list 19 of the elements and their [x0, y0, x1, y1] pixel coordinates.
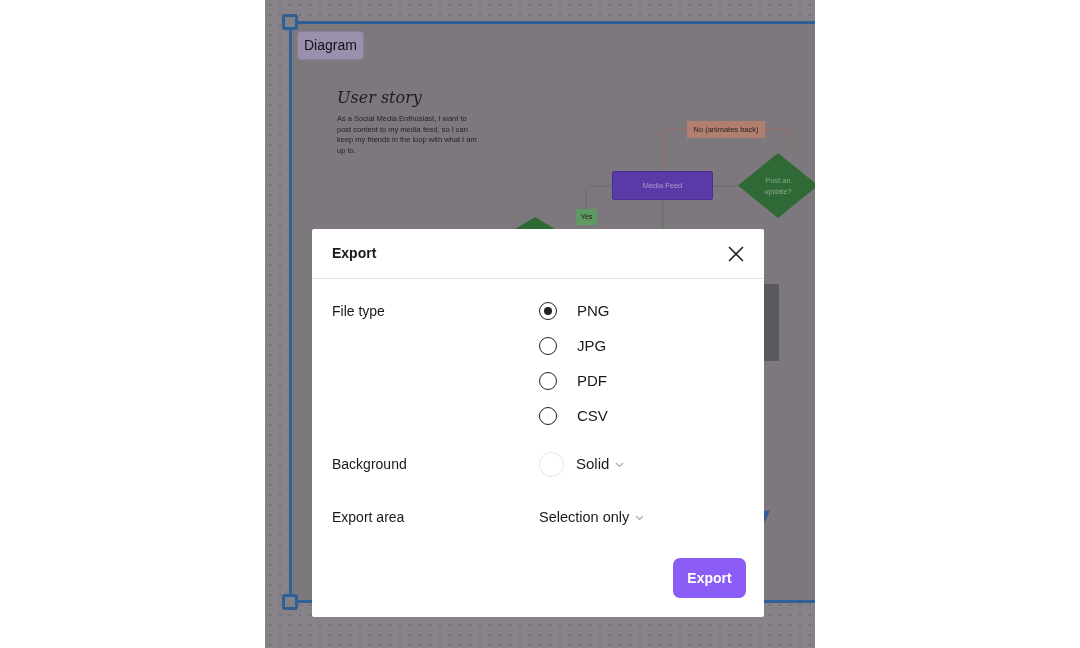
field-label: Background — [332, 455, 408, 474]
option-label: PDF — [577, 370, 607, 391]
export-button[interactable]: Export — [673, 558, 746, 598]
resize-handle[interactable] — [282, 594, 298, 610]
chevron-down-icon — [615, 461, 625, 468]
dialog-title: Export — [332, 244, 377, 263]
option-label: PNG — [577, 300, 610, 321]
frame-label: Diagram — [297, 31, 364, 60]
story-title: User story — [337, 87, 422, 109]
connector-line — [585, 185, 613, 210]
export-area-dropdown[interactable]: Selection only — [539, 507, 645, 529]
resize-handle[interactable] — [282, 14, 298, 30]
option-label: CSV — [577, 405, 608, 426]
close-icon[interactable] — [728, 245, 744, 262]
chevron-down-icon — [635, 514, 645, 521]
option-label: JPG — [577, 335, 607, 356]
background-dropdown[interactable]: Solid — [576, 453, 625, 476]
field-label: Export area — [332, 508, 406, 528]
field-label: File type — [332, 302, 386, 321]
